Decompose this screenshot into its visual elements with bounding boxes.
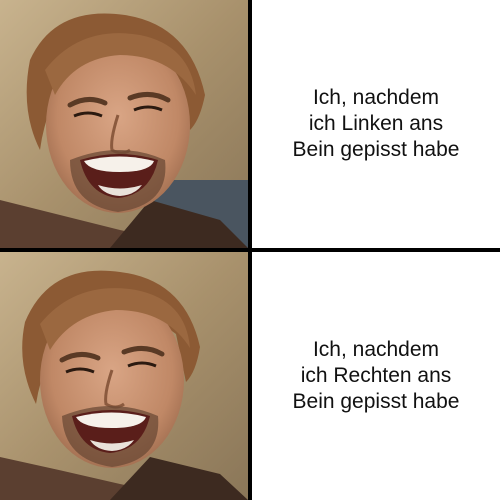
caption-bottom-line-3: Bein gepisst habe — [292, 390, 460, 413]
photo-panel-top — [0, 0, 248, 248]
meme-container: Ich, nachdem ich Linken ans Bein gepisst… — [0, 0, 500, 500]
caption-bottom: Ich, nachdem ich Rechten ans Bein gepiss… — [266, 337, 486, 415]
caption-top-line-1: Ich, nachdem — [312, 86, 440, 109]
caption-bottom-line-2: ich Rechten ans — [300, 364, 452, 387]
vertical-divider — [248, 0, 252, 500]
caption-top: Ich, nachdem ich Linken ans Bein gepisst… — [266, 85, 486, 163]
smiling-man-photo-bottom — [0, 252, 248, 500]
caption-bottom-line-1: Ich, nachdem — [312, 338, 440, 361]
photo-panel-bottom — [0, 252, 248, 500]
smiling-man-photo-top — [0, 0, 248, 248]
caption-panel-top: Ich, nachdem ich Linken ans Bein gepisst… — [252, 0, 500, 248]
caption-top-line-3: Bein gepisst habe — [292, 138, 460, 161]
caption-panel-bottom: Ich, nachdem ich Rechten ans Bein gepiss… — [252, 252, 500, 500]
caption-top-line-2: ich Linken ans — [308, 112, 444, 135]
